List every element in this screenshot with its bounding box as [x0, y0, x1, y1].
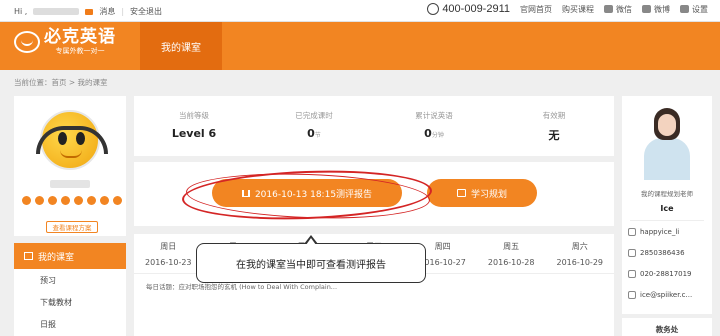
- callout-tooltip: 在我的课室当中即可查看测评报告: [196, 243, 426, 283]
- contact-qq[interactable]: 2850386436: [628, 249, 685, 257]
- breadcrumb: 当前位置：首页 > 我的课室: [14, 78, 108, 87]
- stat-value: 0节: [307, 127, 321, 140]
- stats-panel: 当前等级 Level 6 已完成课时 0节 累计说英语 0分钟 有效期 无: [134, 96, 614, 156]
- sidebar-item-label: 我的课室: [38, 252, 75, 263]
- tab-my-classroom[interactable]: 我的课室: [140, 22, 222, 70]
- buy-course-link[interactable]: 购买课程: [562, 4, 594, 15]
- logo-mark-icon: [14, 31, 40, 53]
- classroom-icon: [24, 252, 33, 260]
- stat-label: 累计说英语: [415, 111, 453, 120]
- weibo-link[interactable]: 微博: [642, 4, 670, 15]
- hotline-number: 400-009-2911: [442, 3, 510, 15]
- avatar-eye-right: [76, 132, 85, 145]
- badge-icon[interactable]: [22, 196, 31, 205]
- teacher-title: 我的课程规划老师: [641, 190, 693, 198]
- brand-name: 必克英语: [44, 27, 116, 47]
- teacher-body: [644, 138, 690, 180]
- brand-slogan: 专属外教一对一: [55, 47, 105, 55]
- wechat-label: 微信: [616, 4, 632, 14]
- sidebar-item-preview[interactable]: 预习: [14, 269, 126, 291]
- profile-card: 查看课程方案: [14, 96, 126, 236]
- stat-value: 无: [548, 129, 560, 142]
- contact-wechat[interactable]: happyice_li: [628, 228, 679, 236]
- badge-icon[interactable]: [48, 196, 57, 205]
- calendar-day[interactable]: 周五 2016-10-28: [477, 234, 546, 273]
- wechat-icon: [628, 228, 636, 236]
- contact-email[interactable]: ice@spiiker.c...: [628, 291, 692, 299]
- settings-link[interactable]: 设置: [680, 4, 708, 15]
- stat-value: Level 6: [171, 127, 217, 140]
- wechat-link[interactable]: 微信: [604, 4, 632, 15]
- badge-icon[interactable]: [74, 196, 83, 205]
- badge-icon[interactable]: [87, 196, 96, 205]
- stat-level: 当前等级 Level 6: [134, 96, 254, 156]
- logo[interactable]: 必克英语 专属外教一对一: [14, 28, 116, 56]
- phone-icon: [427, 3, 440, 15]
- greeting: Hi ,: [14, 7, 28, 16]
- tooltip-arrow-fill: [306, 238, 316, 245]
- top-bar: Hi , 消息 | 安全退出 400-009-2911 官网首页 购买课程 微信…: [0, 0, 720, 22]
- avatar-eye-left: [58, 132, 67, 145]
- stat-validity: 有效期 无: [494, 96, 614, 156]
- actions-panel: 2016-10-13 18:15测评报告 学习规划: [134, 162, 614, 226]
- message-icon[interactable]: [85, 8, 94, 15]
- hotline: 400-009-2911: [427, 3, 510, 15]
- qq-icon: [628, 249, 636, 257]
- avatar-mouth: [60, 150, 82, 158]
- book-icon: [456, 189, 466, 197]
- badge-icon[interactable]: [113, 196, 122, 205]
- stat-label: 有效期: [542, 111, 566, 120]
- sidebar-item-daily[interactable]: 日报: [14, 313, 126, 335]
- badge-icon[interactable]: [61, 196, 70, 205]
- teacher-face: [658, 114, 676, 136]
- top-right-links: 400-009-2911 官网首页 购买课程 微信 微博 设置: [427, 3, 708, 15]
- stat-label: 已完成课时: [295, 111, 333, 120]
- username-blurred: [50, 180, 90, 188]
- avatar: [36, 110, 108, 170]
- stat-minutes: 累计说英语 0分钟: [374, 96, 494, 156]
- stat-completed: 已完成课时 0节: [254, 96, 374, 156]
- user-area: Hi , 消息 | 安全退出: [14, 6, 162, 17]
- stat-label: 当前等级: [179, 111, 209, 120]
- weibo-label: 微博: [654, 4, 670, 14]
- contact-phone[interactable]: 020-28817019: [628, 270, 692, 278]
- plan-label: 学习规划: [470, 189, 507, 200]
- badge-icon[interactable]: [100, 196, 109, 205]
- sidebar-menu: 我的课室 预习 下载教材 日报: [14, 243, 126, 336]
- wechat-icon: [604, 5, 613, 13]
- username-blurred: [33, 8, 80, 15]
- logout-link[interactable]: 安全退出: [130, 6, 162, 17]
- weibo-icon: [642, 5, 651, 13]
- header-nav: 必克英语 专属外教一对一 我的课室: [0, 22, 720, 70]
- settings-label: 设置: [692, 4, 708, 14]
- divider: [630, 220, 704, 221]
- study-plan-button[interactable]: 学习规划: [427, 179, 537, 207]
- separator: |: [121, 7, 125, 16]
- calendar-day[interactable]: 周六 2016-10-29: [545, 234, 614, 273]
- message-link[interactable]: 消息: [99, 6, 115, 17]
- sidebar-item-download[interactable]: 下载教材: [14, 291, 126, 313]
- view-plan-button[interactable]: 查看课程方案: [46, 221, 98, 233]
- stat-value: 0分钟: [424, 127, 444, 140]
- sidebar-item-my-classroom[interactable]: 我的课室: [14, 243, 126, 269]
- phone-icon: [628, 270, 636, 278]
- academic-office: 教务处: [622, 318, 712, 336]
- badge-icon[interactable]: [35, 196, 44, 205]
- mail-icon: [628, 291, 636, 299]
- home-link[interactable]: 官网首页: [520, 4, 552, 15]
- teacher-name: Ice: [660, 204, 674, 213]
- achievement-badges: [22, 196, 122, 205]
- calendar-day[interactable]: 周日 2016-10-23: [134, 234, 203, 273]
- gear-icon: [680, 5, 689, 13]
- teacher-card: 我的课程规划老师 Ice happyice_li 2850386436 020-…: [622, 96, 712, 314]
- teacher-photo: [630, 100, 704, 180]
